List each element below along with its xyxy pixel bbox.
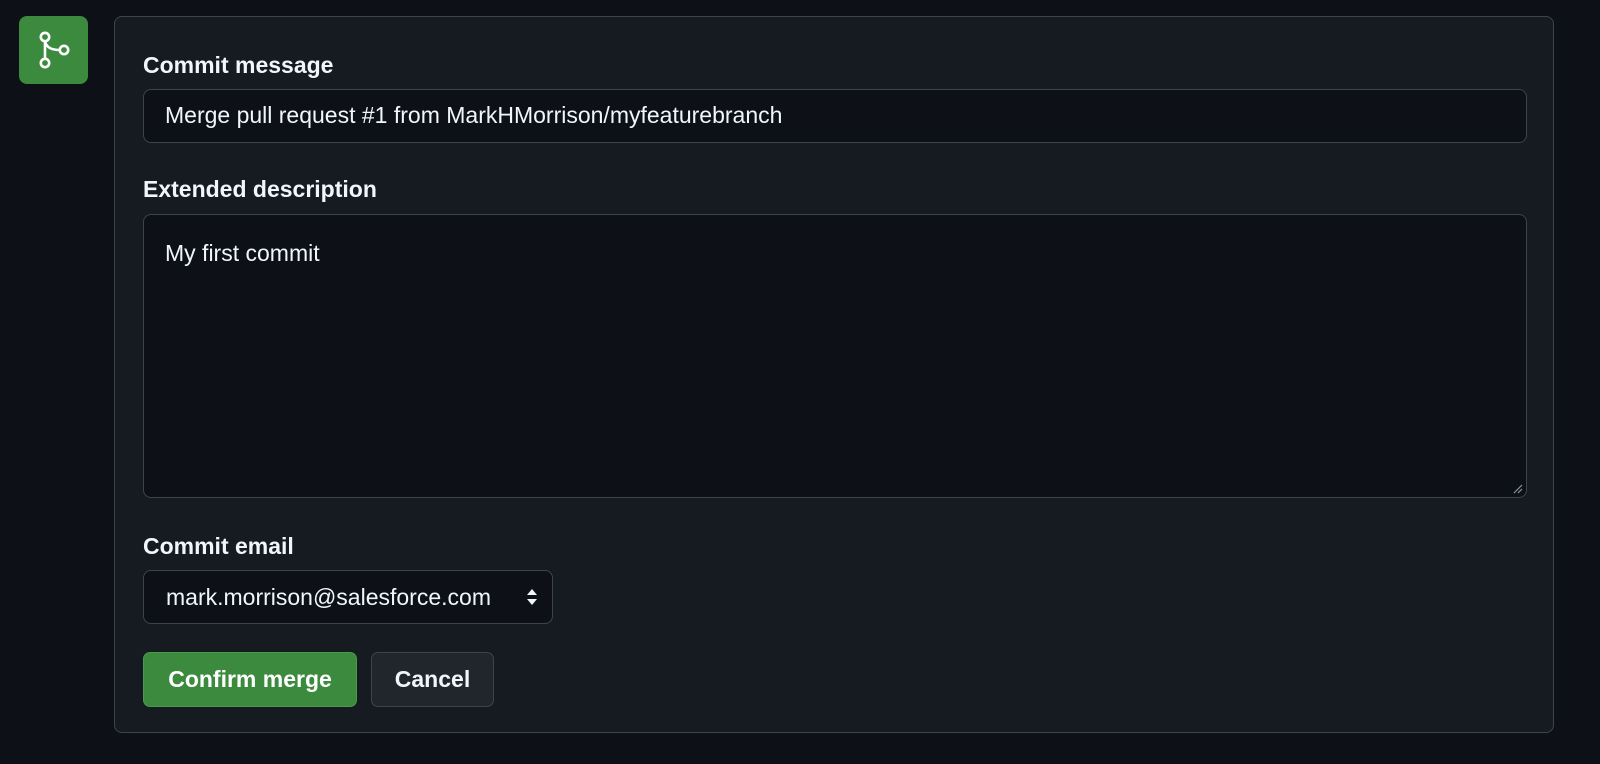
extended-description-label: Extended description <box>143 176 377 202</box>
commit-email-select[interactable]: mark.morrison@salesforce.com <box>143 570 553 624</box>
git-merge-icon <box>39 31 69 69</box>
extended-description-text: My first commit <box>165 240 320 266</box>
commit-email-value: mark.morrison@salesforce.com <box>166 583 491 610</box>
confirm-merge-button[interactable]: Confirm merge <box>143 652 357 707</box>
resize-grip-icon[interactable] <box>1513 484 1523 494</box>
cancel-button[interactable]: Cancel <box>371 652 494 707</box>
commit-email-label: Commit email <box>143 533 294 559</box>
merge-form-panel: Commit message Merge pull request #1 fro… <box>114 16 1554 733</box>
extended-description-textarea[interactable]: My first commit <box>143 214 1527 498</box>
merge-page: Commit message Merge pull request #1 fro… <box>0 0 1600 764</box>
up-down-arrows-icon <box>527 589 537 605</box>
merge-badge <box>19 16 88 84</box>
commit-message-input[interactable]: Merge pull request #1 from MarkHMorrison… <box>143 89 1527 143</box>
commit-message-label: Commit message <box>143 52 334 78</box>
